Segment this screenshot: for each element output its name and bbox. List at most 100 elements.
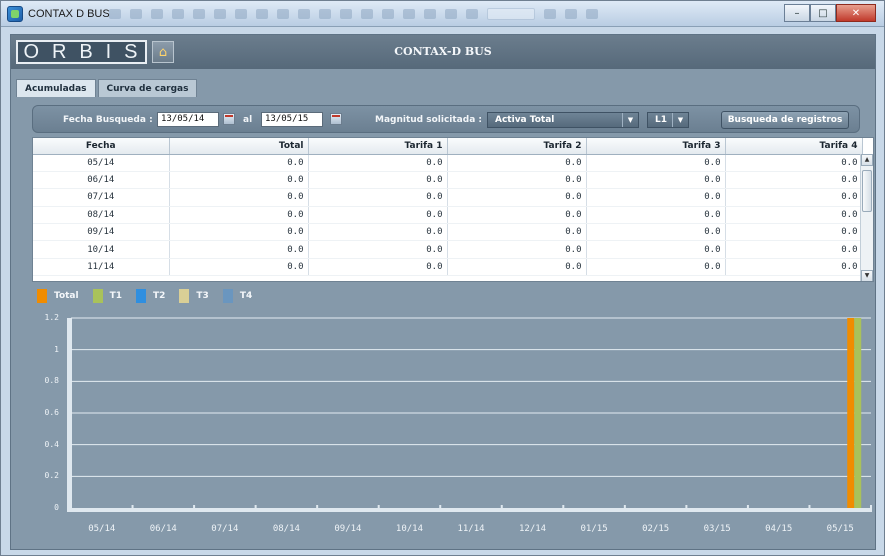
x-tick-label: 01/15 [580, 524, 608, 534]
application-window: CONTAX D BUS – □ ✕ O R B I S ⌂ CONTAX-D … [0, 0, 885, 556]
search-records-button[interactable]: Busqueda de registros [721, 111, 849, 129]
x-tick-label: 10/14 [395, 524, 423, 534]
maximize-button[interactable]: □ [810, 4, 836, 22]
x-tick-label: 03/15 [703, 524, 731, 534]
app-header: O R B I S ⌂ CONTAX-D BUS [11, 35, 875, 69]
y-tick-label: 0.6 [44, 408, 59, 417]
magnitud-value: Activa Total [495, 115, 555, 125]
table-cell: 0.0 [169, 240, 309, 259]
tab-curva-de-cargas[interactable]: Curva de cargas [97, 79, 198, 97]
legend-item-t4[interactable]: T4 [222, 289, 252, 303]
table-cell: 0.0 [447, 258, 587, 277]
legend-label: T1 [109, 291, 122, 301]
column-header-tarifa-3[interactable]: Tarifa 3 [586, 138, 726, 155]
window-controls: – □ ✕ [784, 4, 876, 22]
calendar-icon[interactable] [330, 113, 342, 125]
table-cell: 0.0 [725, 154, 863, 172]
table-row[interactable]: 10/14 0.0 0.0 0.0 0.0 0.0 [33, 240, 863, 259]
title-bar[interactable]: CONTAX D BUS – □ ✕ [1, 1, 884, 27]
magnitud-select[interactable]: Activa Total ▼ [487, 112, 639, 128]
table-cell: 06/14 [33, 171, 170, 190]
column-header-tarifa-1[interactable]: Tarifa 1 [308, 138, 448, 155]
table-cell: 0.0 [308, 206, 448, 225]
x-tick-label: 06/14 [149, 524, 177, 534]
toolbar-icon [193, 9, 205, 19]
y-tick-label: 1 [54, 344, 59, 354]
toolbar-icon [403, 9, 415, 19]
table-cell: 0.0 [308, 240, 448, 259]
x-tick-label: 04/15 [765, 524, 793, 534]
toolbar-icon [130, 9, 142, 19]
close-button[interactable]: ✕ [836, 4, 876, 22]
table-cell: 0.0 [169, 188, 309, 207]
table-cell: 0.0 [447, 171, 587, 190]
table-cell: 09/14 [33, 223, 170, 242]
scroll-thumb[interactable] [862, 170, 872, 212]
table-cell: 08/14 [33, 206, 170, 225]
legend-item-t1[interactable]: T1 [92, 289, 122, 303]
table-cell: 0.0 [586, 223, 726, 242]
x-tick-label: 12/14 [518, 524, 547, 534]
table-cell: 0.0 [447, 206, 587, 225]
table-cell: 0.0 [169, 258, 309, 277]
table-row[interactable]: 07/14 0.0 0.0 0.0 0.0 0.0 [33, 188, 863, 207]
date-from-input[interactable]: 13/05/14 [157, 112, 219, 127]
y-tick-label: 0 [54, 503, 59, 512]
toolbar-icon [172, 9, 184, 19]
legend-item-t3[interactable]: T3 [179, 289, 209, 303]
legend-label: T3 [196, 291, 209, 301]
bar-t1 [854, 318, 862, 508]
toolbar-icon [445, 9, 457, 19]
table-row[interactable]: 06/14 0.0 0.0 0.0 0.0 0.0 [33, 171, 863, 190]
table-header-row: Fecha Total Tarifa 1 Tarifa 2 Tarifa 3 T… [33, 138, 863, 155]
y-tick-label: 1.2 [44, 313, 59, 322]
table-cell: 0.0 [308, 154, 448, 172]
legend-item-t2[interactable]: T2 [136, 289, 165, 303]
table-cell: 0.0 [308, 188, 448, 207]
table-row[interactable]: 05/14 0.0 0.0 0.0 0.0 0.0 [33, 154, 863, 172]
legend-swatch [222, 289, 233, 303]
table-row[interactable]: 11/14 0.0 0.0 0.0 0.0 0.0 [33, 258, 863, 277]
legend-swatch [37, 289, 47, 303]
app-title: CONTAX-D BUS [394, 45, 492, 58]
table-row[interactable]: 09/14 0.0 0.0 0.0 0.0 0.0 [33, 223, 863, 242]
line-value: L1 [655, 115, 667, 125]
magnitud-label: Magnitud solicitada : [375, 115, 483, 125]
table-cell: 0.0 [725, 188, 863, 207]
toolbar-icon [544, 9, 556, 19]
column-header-total[interactable]: Total [169, 138, 309, 155]
x-tick-label: 05/15 [826, 524, 854, 534]
table-cell: 07/14 [33, 188, 170, 207]
search-filter-bar: Fecha Busqueda : 13/05/14 al 13/05/15 Ma… [32, 105, 860, 133]
minimize-button[interactable]: – [784, 4, 810, 22]
column-header-tarifa-2[interactable]: Tarifa 2 [447, 138, 587, 155]
line-select[interactable]: L1 ▼ [647, 112, 689, 128]
column-header-fecha[interactable]: Fecha [33, 138, 170, 155]
table-row[interactable]: 08/14 0.0 0.0 0.0 0.0 0.0 [33, 206, 863, 225]
date-to-input[interactable]: 13/05/15 [261, 112, 323, 127]
legend-item-total[interactable]: Total [37, 289, 79, 303]
table-cell: 0.0 [447, 223, 587, 242]
toolbar-icon [214, 9, 226, 19]
toolbar-icon [109, 9, 121, 19]
x-tick-label: 11/14 [457, 524, 485, 534]
table-cell: 0.0 [725, 240, 863, 259]
table-cell: 0.0 [308, 258, 448, 277]
calendar-icon[interactable] [223, 113, 235, 125]
table-scrollbar[interactable]: ▲ ▼ [860, 154, 873, 281]
y-tick-label: 0.2 [44, 471, 59, 481]
column-header-tarifa-4[interactable]: Tarifa 4 [725, 138, 863, 155]
table-cell: 0.0 [586, 240, 726, 259]
table-cell: 11/14 [33, 258, 170, 277]
al-label: al [243, 115, 253, 125]
scroll-down-icon[interactable]: ▼ [861, 270, 873, 281]
scroll-up-icon[interactable]: ▲ [861, 154, 873, 166]
toolbar-icon [382, 9, 394, 19]
table-cell: 0.0 [586, 171, 726, 190]
table-cell: 0.0 [725, 258, 863, 277]
toolbar-icon [340, 9, 352, 19]
table-cell: 10/14 [33, 240, 170, 259]
toolbar-icon [319, 9, 331, 19]
tab-acumuladas[interactable]: Acumuladas [16, 79, 96, 97]
bar-chart: 0 0.2 0.4 0.6 0.8 1 1.2 05/14 06/14 07/14 08/14 09/… [23, 310, 875, 548]
